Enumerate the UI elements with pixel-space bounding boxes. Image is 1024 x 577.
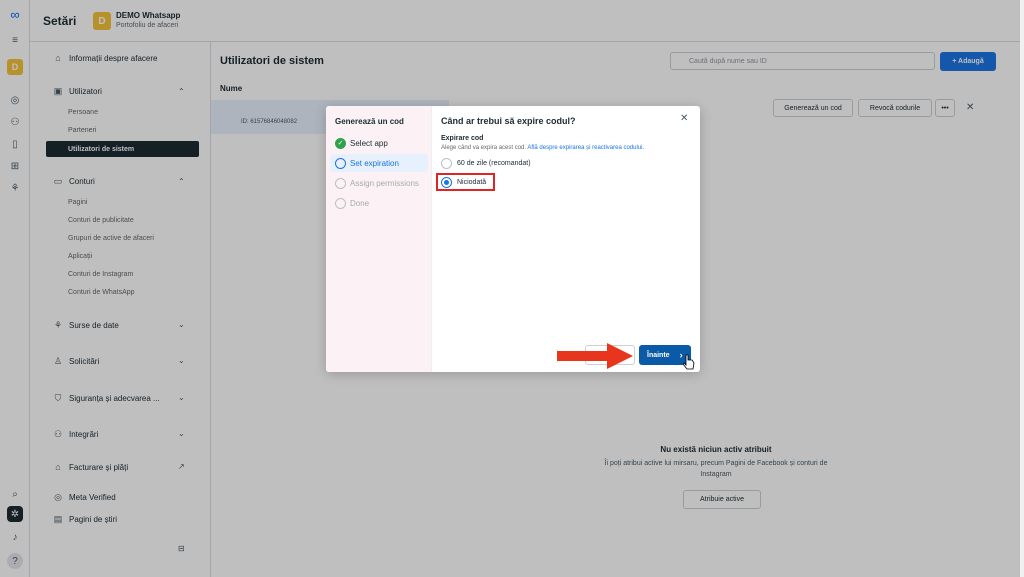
radio-label: 60 de zile (recomandat) [457, 160, 531, 167]
steps-panel: Generează un cod ✓ Select app Set expira… [326, 106, 432, 372]
scrollbar[interactable] [1020, 0, 1024, 577]
step-label: Set expiration [350, 158, 399, 168]
step-label: Select app [350, 138, 388, 148]
check-icon: ✓ [335, 137, 346, 149]
generate-token-dialog: Generează un cod ✓ Select app Set expira… [326, 106, 700, 372]
step-label: Assign permissions [350, 178, 419, 188]
expiration-label: Expirare cod [441, 135, 484, 142]
step-select-app[interactable]: ✓ Select app [330, 134, 428, 152]
highlight-box [436, 173, 495, 191]
step-set-expiration[interactable]: Set expiration [330, 154, 428, 172]
help-text: Alege când va expira acest cod. [441, 145, 527, 151]
radio-button[interactable] [441, 158, 452, 169]
dialog-question: Când ar trebui să expire codul? [441, 116, 576, 126]
radio-60-days[interactable]: 60 de zile (recomandat) [441, 158, 531, 169]
step-done: Done [330, 194, 428, 212]
circle-icon [335, 197, 346, 209]
next-label: Înainte [647, 351, 670, 359]
mouse-cursor-icon [683, 354, 695, 370]
close-icon[interactable]: ✕ [680, 113, 688, 124]
expiration-help: Alege când va expira acest cod. Află des… [441, 145, 644, 151]
step-assign-permissions: Assign permissions [330, 174, 428, 192]
step-label: Done [350, 198, 370, 208]
red-arrow-annotation [557, 343, 633, 369]
circle-icon [335, 157, 346, 169]
circle-icon [335, 177, 346, 189]
steps-title: Generează un cod [335, 117, 404, 126]
help-link[interactable]: Află despre expirarea și reactivarea cod… [527, 145, 644, 151]
